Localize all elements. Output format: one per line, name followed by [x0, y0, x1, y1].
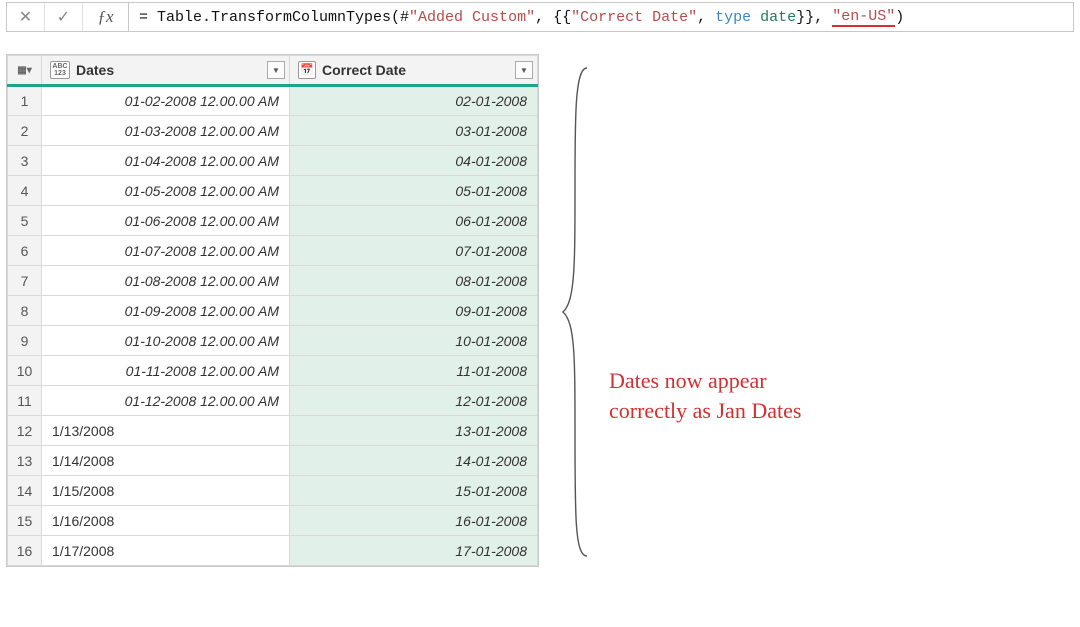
row-number[interactable]: 2: [8, 116, 42, 146]
cell-correct-date[interactable]: 06-01-2008: [290, 206, 538, 236]
cell-dates[interactable]: 01-03-2008 12.00.00 AM: [42, 116, 290, 146]
formula-added-custom: "Added Custom": [409, 9, 535, 26]
cell-dates[interactable]: 01-05-2008 12.00.00 AM: [42, 176, 290, 206]
column-filter-dropdown[interactable]: ▼: [267, 61, 285, 79]
row-number[interactable]: 6: [8, 236, 42, 266]
cell-correct-date[interactable]: 05-01-2008: [290, 176, 538, 206]
column-dates-label: Dates: [76, 62, 114, 78]
table-row[interactable]: 1001-11-2008 12.00.00 AM11-01-2008: [8, 356, 538, 386]
table-row[interactable]: 161/17/200817-01-2008: [8, 536, 538, 566]
table-row[interactable]: 101-02-2008 12.00.00 AM02-01-2008: [8, 86, 538, 116]
select-all-corner[interactable]: ▦▾: [8, 56, 42, 86]
table-row[interactable]: 141/15/200815-01-2008: [8, 476, 538, 506]
table-row[interactable]: 901-10-2008 12.00.00 AM10-01-2008: [8, 326, 538, 356]
cell-correct-date[interactable]: 02-01-2008: [290, 86, 538, 116]
cell-dates[interactable]: 01-02-2008 12.00.00 AM: [42, 86, 290, 116]
table-row[interactable]: 601-07-2008 12.00.00 AM07-01-2008: [8, 236, 538, 266]
cell-dates[interactable]: 01-04-2008 12.00.00 AM: [42, 146, 290, 176]
formula-input[interactable]: = Table.TransformColumnTypes(#"Added Cus…: [129, 3, 1073, 31]
cell-dates[interactable]: 1/15/2008: [42, 476, 290, 506]
cell-correct-date[interactable]: 13-01-2008: [290, 416, 538, 446]
table-row[interactable]: 701-08-2008 12.00.00 AM08-01-2008: [8, 266, 538, 296]
formula-col-name: "Correct Date": [571, 9, 697, 26]
curly-brace-icon: [557, 56, 597, 566]
table-row[interactable]: 131/14/200814-01-2008: [8, 446, 538, 476]
fx-icon: ƒx: [97, 7, 113, 27]
cell-correct-date[interactable]: 17-01-2008: [290, 536, 538, 566]
chevron-down-icon: ▼: [520, 66, 528, 75]
cell-correct-date[interactable]: 04-01-2008: [290, 146, 538, 176]
cancel-formula-button[interactable]: ✕: [7, 3, 45, 31]
cell-dates[interactable]: 01-08-2008 12.00.00 AM: [42, 266, 290, 296]
table-row[interactable]: 151/16/200816-01-2008: [8, 506, 538, 536]
column-filter-dropdown[interactable]: ▼: [515, 61, 533, 79]
column-header-dates[interactable]: ABC 123 Dates ▼: [42, 56, 290, 86]
formula-text-prefix: = Table.TransformColumnTypes(#: [139, 9, 409, 26]
row-number[interactable]: 14: [8, 476, 42, 506]
cell-dates[interactable]: 01-09-2008 12.00.00 AM: [42, 296, 290, 326]
cell-dates[interactable]: 1/17/2008: [42, 536, 290, 566]
any-type-icon: ABC 123: [50, 61, 70, 79]
cell-dates[interactable]: 01-10-2008 12.00.00 AM: [42, 326, 290, 356]
commit-formula-button[interactable]: ✓: [45, 3, 83, 31]
cell-correct-date[interactable]: 15-01-2008: [290, 476, 538, 506]
cell-correct-date[interactable]: 11-01-2008: [290, 356, 538, 386]
annotation-line2: correctly as Jan Dates: [609, 396, 801, 426]
table-row[interactable]: 1101-12-2008 12.00.00 AM12-01-2008: [8, 386, 538, 416]
row-number[interactable]: 13: [8, 446, 42, 476]
annotation-line1: Dates now appear: [609, 366, 801, 396]
cell-dates[interactable]: 01-11-2008 12.00.00 AM: [42, 356, 290, 386]
cell-correct-date[interactable]: 12-01-2008: [290, 386, 538, 416]
cell-correct-date[interactable]: 03-01-2008: [290, 116, 538, 146]
table-row[interactable]: 201-03-2008 12.00.00 AM03-01-2008: [8, 116, 538, 146]
cell-correct-date[interactable]: 08-01-2008: [290, 266, 538, 296]
column-correct-label: Correct Date: [322, 62, 406, 78]
formula-bar: ✕ ✓ ƒx = Table.TransformColumnTypes(#"Ad…: [6, 2, 1074, 32]
table-row[interactable]: 501-06-2008 12.00.00 AM06-01-2008: [8, 206, 538, 236]
table-row[interactable]: 301-04-2008 12.00.00 AM04-01-2008: [8, 146, 538, 176]
cell-correct-date[interactable]: 14-01-2008: [290, 446, 538, 476]
cell-correct-date[interactable]: 09-01-2008: [290, 296, 538, 326]
formula-locale: "en-US": [832, 8, 895, 27]
row-number[interactable]: 9: [8, 326, 42, 356]
cell-correct-date[interactable]: 16-01-2008: [290, 506, 538, 536]
row-number[interactable]: 7: [8, 266, 42, 296]
row-number[interactable]: 5: [8, 206, 42, 236]
cell-dates[interactable]: 01-07-2008 12.00.00 AM: [42, 236, 290, 266]
cell-dates[interactable]: 1/13/2008: [42, 416, 290, 446]
chevron-down-icon: ▼: [272, 66, 280, 75]
check-icon: ✓: [57, 7, 70, 27]
row-number[interactable]: 16: [8, 536, 42, 566]
column-header-correct-date[interactable]: 📅 Correct Date ▼: [290, 56, 538, 86]
close-icon: ✕: [19, 7, 32, 27]
date-type-icon: 📅: [298, 61, 316, 79]
row-number[interactable]: 8: [8, 296, 42, 326]
table-row[interactable]: 401-05-2008 12.00.00 AM05-01-2008: [8, 176, 538, 206]
cell-correct-date[interactable]: 10-01-2008: [290, 326, 538, 356]
row-number[interactable]: 12: [8, 416, 42, 446]
row-number[interactable]: 4: [8, 176, 42, 206]
fx-button[interactable]: ƒx: [83, 3, 129, 31]
row-number[interactable]: 10: [8, 356, 42, 386]
cell-dates[interactable]: 1/16/2008: [42, 506, 290, 536]
row-number[interactable]: 11: [8, 386, 42, 416]
row-number[interactable]: 1: [8, 86, 42, 116]
table-row[interactable]: 121/13/200813-01-2008: [8, 416, 538, 446]
cell-dates[interactable]: 01-12-2008 12.00.00 AM: [42, 386, 290, 416]
data-table: ▦▾ ABC 123 Dates ▼: [7, 55, 538, 566]
cell-correct-date[interactable]: 07-01-2008: [290, 236, 538, 266]
formula-type-kw: type: [715, 9, 751, 26]
cell-dates[interactable]: 1/14/2008: [42, 446, 290, 476]
formula-date-kw: date: [760, 9, 796, 26]
annotation: Dates now appear correctly as Jan Dates: [557, 54, 801, 567]
table-row[interactable]: 801-09-2008 12.00.00 AM09-01-2008: [8, 296, 538, 326]
table-icon: ▦▾: [15, 62, 35, 80]
row-number[interactable]: 15: [8, 506, 42, 536]
row-number[interactable]: 3: [8, 146, 42, 176]
cell-dates[interactable]: 01-06-2008 12.00.00 AM: [42, 206, 290, 236]
